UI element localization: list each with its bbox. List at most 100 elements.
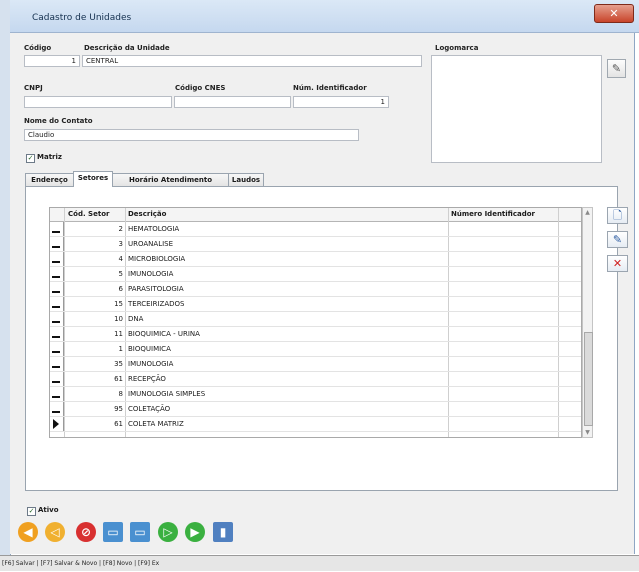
cell-descricao[interactable]: IMUNOLOGIA xyxy=(128,270,173,278)
codigo-field[interactable]: 1 xyxy=(24,55,80,67)
row-indicator[interactable] xyxy=(50,327,64,341)
row-indicator[interactable] xyxy=(50,282,64,296)
table-row[interactable]: 95 COLETAÇÃO xyxy=(50,402,581,417)
ativo-checkbox[interactable]: ✓ Ativo xyxy=(27,506,59,516)
tab-horario-atendimento[interactable]: Horário Atendimento xyxy=(112,173,229,186)
row-marker-icon xyxy=(52,351,60,353)
cell-cod-setor[interactable]: 1 xyxy=(65,345,123,353)
row-indicator[interactable] xyxy=(50,237,64,251)
table-row[interactable]: 61 RECEPÇÃO xyxy=(50,372,581,387)
cell-descricao[interactable]: MICROBIOLOGIA xyxy=(128,255,185,263)
table-row[interactable]: 4 MICROBIOLOGIA xyxy=(50,252,581,267)
col-numero-identificador[interactable]: Número Identificador xyxy=(451,210,535,218)
table-row[interactable]: 11 BIOQUIMICA - URINA xyxy=(50,327,581,342)
row-indicator[interactable] xyxy=(50,252,64,266)
table-row[interactable]: 61 COLETA MATRIZ xyxy=(50,417,581,432)
new-button[interactable]: ▭ xyxy=(103,522,123,542)
cell-cod-setor[interactable]: 2 xyxy=(65,225,123,233)
cell-descricao[interactable]: COLETAÇÃO xyxy=(128,405,170,413)
row-marker-icon xyxy=(52,276,60,278)
row-indicator[interactable] xyxy=(50,297,64,311)
cell-cod-setor[interactable]: 15 xyxy=(65,300,123,308)
cell-descricao[interactable]: IMUNOLOGIA SIMPLES xyxy=(128,390,205,398)
tab-endereco[interactable]: Endereço xyxy=(25,173,74,186)
table-row[interactable]: 8 IMUNOLOGIA SIMPLES xyxy=(50,387,581,402)
table-row[interactable]: 1 BIOQUIMICA xyxy=(50,342,581,357)
table-row[interactable]: 10 DNA xyxy=(50,312,581,327)
exit-button[interactable]: ▮ xyxy=(213,522,233,542)
cnes-field[interactable] xyxy=(174,96,291,108)
cell-cod-setor[interactable]: 61 xyxy=(65,375,123,383)
delete-record-button[interactable]: ✕ xyxy=(607,255,628,272)
row-indicator[interactable] xyxy=(50,222,64,236)
last-record-button[interactable]: ▶ xyxy=(185,522,205,542)
num-ident-field[interactable]: 1 xyxy=(293,96,389,108)
setores-grid[interactable]: Cód. Setor Descrição Número Identificado… xyxy=(49,207,582,438)
cell-cod-setor[interactable]: 10 xyxy=(65,315,123,323)
close-button[interactable]: ✕ xyxy=(594,4,634,23)
cell-descricao[interactable]: DNA xyxy=(128,315,143,323)
cell-descricao[interactable]: UROANALISE xyxy=(128,240,173,248)
last-record-icon: ▶ xyxy=(190,525,200,539)
cell-descricao[interactable]: PARASITOLOGIA xyxy=(128,285,184,293)
tab-setores[interactable]: Setores xyxy=(73,171,113,187)
table-row[interactable]: 3 UROANALISE xyxy=(50,237,581,252)
cell-cod-setor[interactable]: 35 xyxy=(65,360,123,368)
cell-cod-setor[interactable]: 3 xyxy=(65,240,123,248)
cancel-button[interactable]: ⊘ xyxy=(76,522,96,542)
contato-field[interactable]: Claudio xyxy=(24,129,359,141)
row-indicator[interactable] xyxy=(50,342,64,356)
new-record-button[interactable]: 🗋 xyxy=(607,207,628,224)
col-descricao[interactable]: Descrição xyxy=(128,210,166,218)
row-marker-icon xyxy=(52,261,60,263)
next-record-button[interactable]: ▷ xyxy=(158,522,178,542)
logomarca-label: Logomarca xyxy=(435,44,479,52)
logomarca-image-box[interactable] xyxy=(431,55,602,163)
edit-record-button[interactable]: ✎ xyxy=(607,231,628,248)
row-marker-icon xyxy=(52,336,60,338)
cell-cod-setor[interactable]: 6 xyxy=(65,285,123,293)
cnpj-field[interactable] xyxy=(24,96,172,108)
cell-cod-setor[interactable]: 95 xyxy=(65,405,123,413)
table-row[interactable]: 2 HEMATOLOGIA xyxy=(50,222,581,237)
cell-descricao[interactable]: TERCEIRIZADOS xyxy=(128,300,184,308)
cell-descricao[interactable]: COLETA MATRIZ xyxy=(128,420,184,428)
row-indicator[interactable] xyxy=(50,312,64,326)
previous-record-button[interactable]: ◁ xyxy=(45,522,65,542)
row-indicator[interactable] xyxy=(50,357,64,371)
descricao-field[interactable]: CENTRAL xyxy=(82,55,422,67)
col-cod-setor[interactable]: Cód. Setor xyxy=(68,210,109,218)
grid-scrollbar[interactable]: ▲ ▼ xyxy=(582,207,593,438)
scroll-thumb[interactable] xyxy=(584,332,593,426)
row-indicator[interactable] xyxy=(50,402,64,416)
edit-logo-button[interactable]: ✎ xyxy=(607,59,626,78)
table-row[interactable]: 35 IMUNOLOGIA xyxy=(50,357,581,372)
row-indicator[interactable] xyxy=(50,417,64,431)
scroll-up-icon[interactable]: ▲ xyxy=(583,209,592,216)
cell-cod-setor[interactable]: 4 xyxy=(65,255,123,263)
save-button[interactable]: ▭ xyxy=(130,522,150,542)
cell-descricao[interactable]: IMUNOLOGIA xyxy=(128,360,173,368)
cell-descricao[interactable]: BIOQUIMICA xyxy=(128,345,171,353)
matriz-checkbox[interactable]: ✓ Matriz xyxy=(26,153,62,163)
cell-cod-setor[interactable]: 5 xyxy=(65,270,123,278)
row-indicator[interactable] xyxy=(50,387,64,401)
title-bar[interactable]: Cadastro de Unidades ✕ xyxy=(10,0,639,33)
cell-cod-setor[interactable]: 8 xyxy=(65,390,123,398)
cell-descricao[interactable]: BIOQUIMICA - URINA xyxy=(128,330,200,338)
table-row[interactable]: 5 IMUNOLOGIA xyxy=(50,267,581,282)
table-row[interactable]: 6 PARASITOLOGIA xyxy=(50,282,581,297)
cell-cod-setor[interactable]: 11 xyxy=(65,330,123,338)
cell-descricao[interactable]: HEMATOLOGIA xyxy=(128,225,179,233)
cell-descricao[interactable]: RECEPÇÃO xyxy=(128,375,166,383)
first-record-button[interactable]: ◀ xyxy=(18,522,38,542)
scroll-down-icon[interactable]: ▼ xyxy=(583,429,592,436)
form-area: Código Descrição da Unidade Logomarca 1 … xyxy=(10,33,635,554)
ativo-label: Ativo xyxy=(38,506,59,514)
row-indicator[interactable] xyxy=(50,372,64,386)
row-indicator[interactable] xyxy=(50,267,64,281)
cell-cod-setor[interactable]: 61 xyxy=(65,420,123,428)
tab-laudos[interactable]: Laudos xyxy=(228,173,264,186)
table-row[interactable]: 15 TERCEIRIZADOS xyxy=(50,297,581,312)
cnpj-label: CNPJ xyxy=(24,84,43,92)
